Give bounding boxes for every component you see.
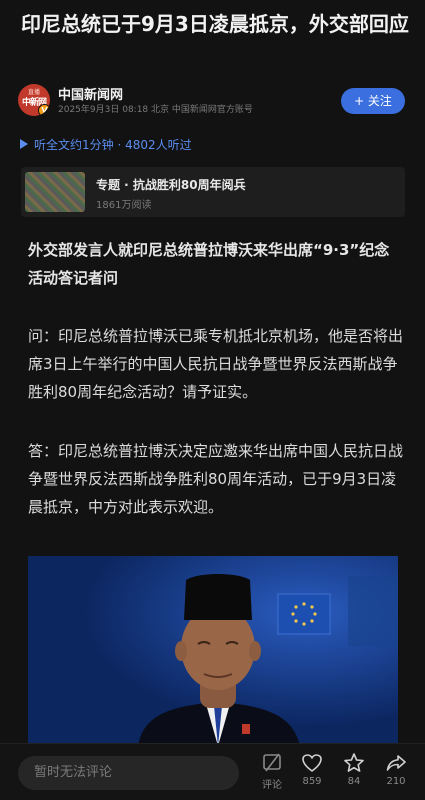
share-button[interactable]: 210 xyxy=(376,752,416,787)
article-photo[interactable] xyxy=(28,556,398,746)
star-icon xyxy=(344,753,364,772)
paragraph-question: 问：印尼总统普拉博沃已乘专机抵北京机场，他是否将出席3日上午举行的中国人民抗日战… xyxy=(28,327,404,401)
topic-card[interactable]: 专题 · 抗战胜利80周年阅兵 1861万阅读 xyxy=(21,167,405,217)
share-count: 210 xyxy=(386,776,406,787)
author-name[interactable]: 中国新闻网 xyxy=(58,84,123,103)
paragraph-answer: 答：印尼总统普拉博沃决定应邀来华出席中国人民抗日战争暨世界反法西斯战争胜利80周… xyxy=(28,442,404,516)
verified-icon: V xyxy=(38,104,50,116)
topic-thumbnail xyxy=(25,172,85,212)
article-subhead: 外交部发言人就印尼总统普拉博沃来华出席“9·3”纪念活动答记者问 xyxy=(28,241,390,287)
like-button[interactable]: 859 xyxy=(292,752,332,787)
article-title: 印尼总统已于9月3日凌晨抵京，外交部回应 xyxy=(21,12,409,36)
topic-read-count: 1861万阅读 xyxy=(96,200,152,211)
listen-button[interactable]: 听全文约1分钟 · 4802人听过 xyxy=(20,136,192,153)
favorite-count: 84 xyxy=(347,776,361,787)
comment-label: 评论 xyxy=(262,780,282,791)
listen-label: 听全文约1分钟 · 4802人听过 xyxy=(34,138,192,152)
photo-illustration xyxy=(28,556,398,746)
like-count: 859 xyxy=(302,776,322,787)
follow-button[interactable]: + 关注 xyxy=(341,88,405,114)
topic-title: 专题 · 抗战胜利80周年阅兵 xyxy=(96,178,246,192)
heart-icon xyxy=(302,754,322,772)
author-avatar[interactable]: 直播 中新网 V xyxy=(18,84,50,116)
share-icon xyxy=(386,755,406,771)
play-icon xyxy=(20,139,28,149)
comment-input[interactable]: 暂时无法评论 xyxy=(18,756,239,790)
bottom-action-bar: 暂时无法评论 评论 859 84 210 xyxy=(0,743,425,800)
publish-meta: 2025年9月3日 08:18 北京 中国新闻网官方账号 xyxy=(58,105,253,115)
comment-disabled-icon xyxy=(263,753,281,772)
author-row: 直播 中新网 V 中国新闻网 2025年9月3日 08:18 北京 中国新闻网官… xyxy=(18,84,408,116)
favorite-button[interactable]: 84 xyxy=(334,752,374,787)
comment-button[interactable]: 评论 xyxy=(252,752,292,791)
